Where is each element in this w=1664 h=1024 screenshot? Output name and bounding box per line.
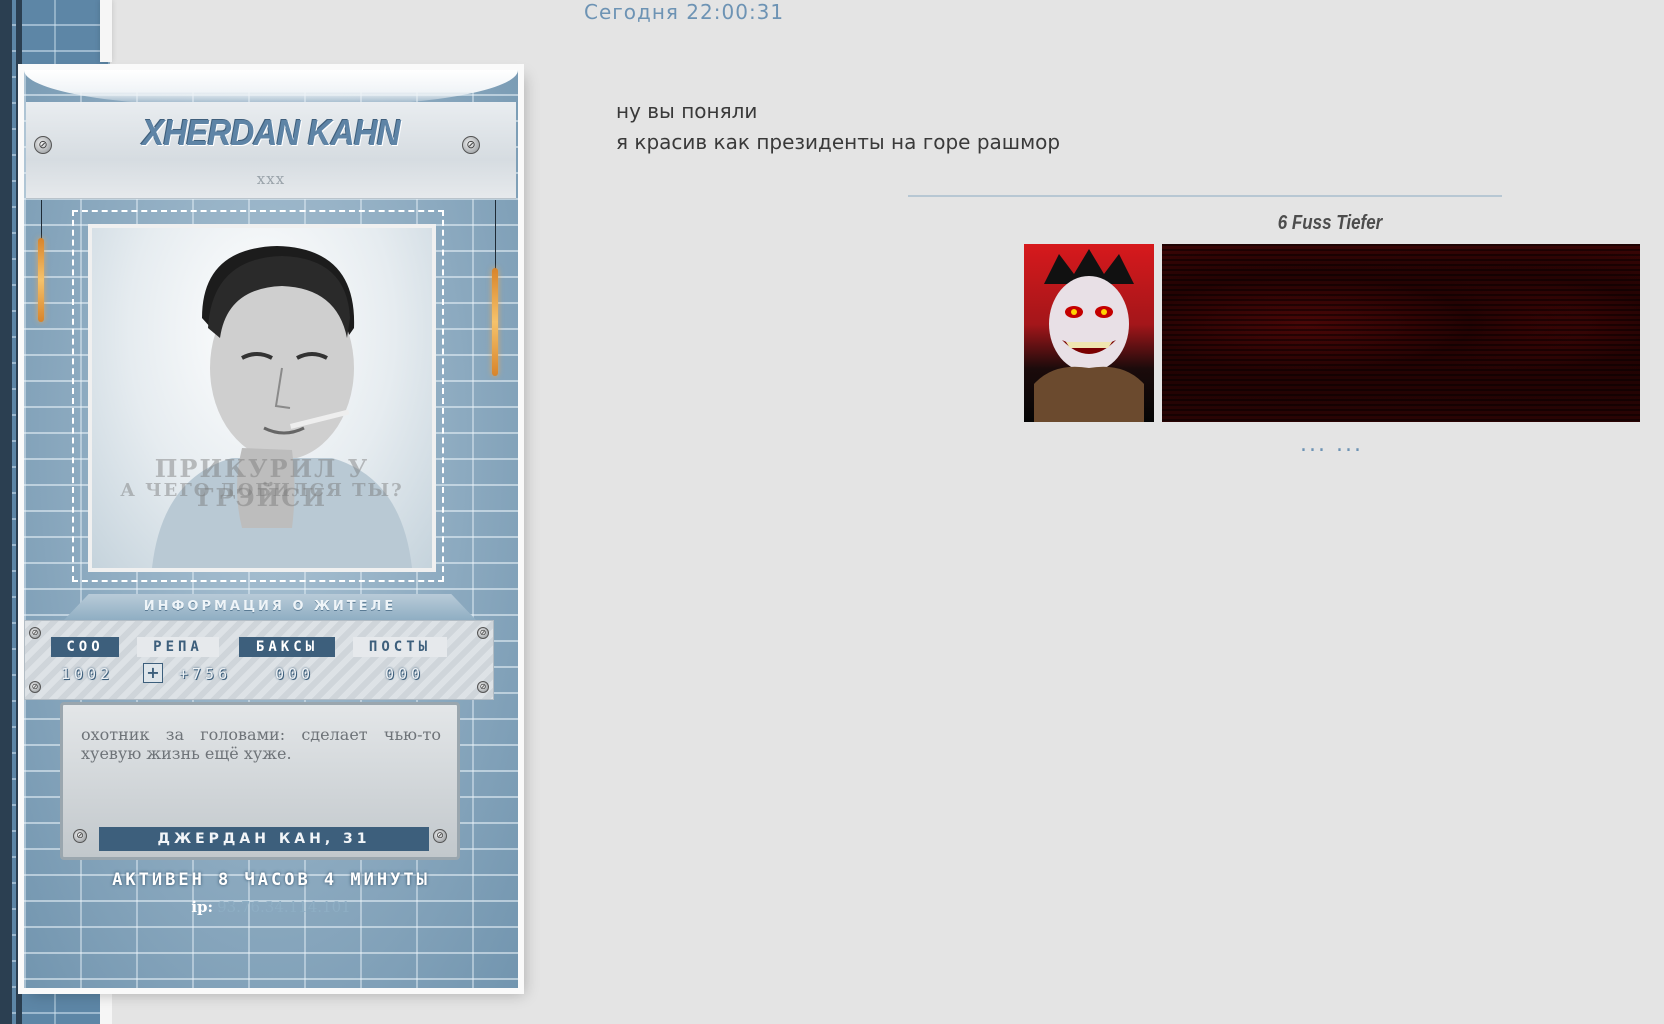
avatar-frame: ПРИКУРИЛ У ГРЭЙСИ А ЧЕГО ДОБИЛСЯ ТЫ?: [72, 210, 444, 582]
portrait-image: [152, 246, 412, 568]
avatar[interactable]: ПРИКУРИЛ У ГРЭЙСИ А ЧЕГО ДОБИЛСЯ ТЫ?: [88, 224, 436, 572]
profile-card: XHERDAN KAHN xxx ⊘ ⊘ ПРИКУРИЛ У ГРЭЙСИ А…: [24, 70, 518, 988]
stat-label-posts: ПОСТЫ: [353, 637, 447, 657]
stat-value-posts: 000: [385, 665, 425, 683]
post-timestamp[interactable]: Сегодня 22:00:31: [584, 0, 784, 24]
bolt-icon: ⊘: [477, 681, 489, 693]
lamp-icon: [492, 268, 498, 376]
stat-label-money: БАКСЫ: [239, 637, 335, 657]
bolt-icon: ⊘: [477, 627, 489, 639]
signature-divider: [908, 195, 1502, 197]
profile-subtitle: xxx: [256, 170, 286, 188]
stat-value-messages: 1002: [61, 665, 114, 683]
activity-status: АКТИВЕН 8 ЧАСОВ 4 МИНУТЫ: [112, 870, 430, 890]
stat-label-messages: СОО: [51, 637, 119, 657]
profile-name[interactable]: XHERDAN KAHN: [46, 112, 497, 154]
post-body: ну вы поняли я красив как президенты на …: [616, 96, 1060, 158]
lamp-icon: [38, 238, 44, 322]
signature-image-joker: [1024, 244, 1154, 422]
bolt-icon: ⊘: [433, 829, 447, 843]
signature-title: 6 Fuss Tiefer: [1277, 212, 1383, 234]
signature-dots: ... ...: [1300, 432, 1363, 457]
snow-decoration: [24, 70, 518, 106]
ip-value: 93.76.34.114.101: [217, 898, 351, 916]
stats-panel: ⊘ ⊘ ⊘ ⊘ СОО РЕПА БАКСЫ ПОСТЫ 1002 + +756…: [24, 620, 494, 700]
stat-label-reputation: РЕПА: [137, 637, 219, 657]
character-description: охотник за головами: сделает чью-то хуев…: [81, 725, 441, 763]
bolt-icon: ⊘: [29, 681, 41, 693]
bolt-icon: ⊘: [73, 829, 87, 843]
stat-value-money: 000: [275, 665, 315, 683]
joker-icon: [1034, 249, 1144, 422]
ip-label: ip:: [191, 898, 214, 916]
lamp-wire: [495, 200, 496, 270]
bolt-icon: ⊘: [34, 136, 52, 154]
info-banner: ИНФОРМАЦИЯ О ЖИТЕЛЕ: [64, 594, 476, 620]
post-line: ну вы поняли: [616, 99, 758, 123]
frame-edge-bottom: [100, 988, 112, 1024]
frame-edge-top: [100, 0, 112, 62]
signature-image-eyes: [1162, 244, 1640, 422]
reputation-plus-button[interactable]: +: [143, 663, 163, 683]
description-panel: охотник за головами: сделает чью-то хуев…: [60, 702, 460, 860]
lamp-wire: [41, 200, 42, 240]
bolt-icon: ⊘: [462, 136, 480, 154]
character-name-bar[interactable]: ДЖЕРДАН КАН, 31: [99, 827, 429, 851]
post-line: я красив как президенты на горе рашмор: [616, 130, 1061, 154]
bolt-icon: ⊘: [29, 627, 41, 639]
stat-value-reputation: +756: [179, 665, 232, 683]
avatar-caption-line-2: А ЧЕГО ДОБИЛСЯ ТЫ?: [120, 480, 404, 501]
name-plate: XHERDAN KAHN xxx ⊘ ⊘: [26, 102, 516, 199]
ip-line: ip: 93.76.34.114.101: [24, 898, 518, 916]
